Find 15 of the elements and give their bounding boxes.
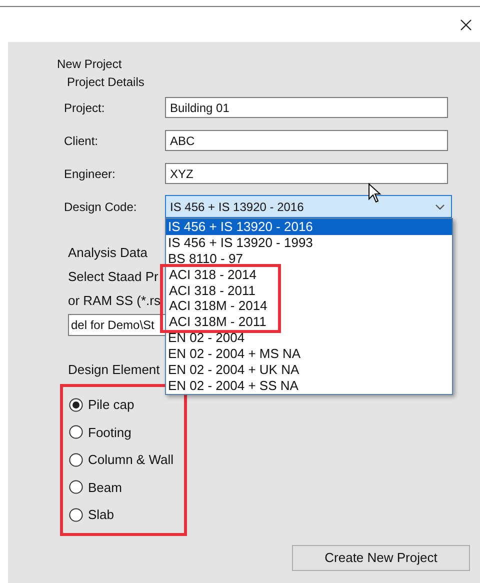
radio-label: Footing [88, 424, 132, 440]
dialog-title: New Project [57, 57, 122, 71]
prompt-text: or RAM SS (*.rs [68, 293, 160, 310]
field-label: Engineer: [64, 166, 116, 180]
field-label: Design Code: [64, 200, 138, 214]
radio-label: Beam [88, 480, 122, 495]
section-title: Analysis Data [68, 245, 148, 262]
radio-label: Pile cap [88, 397, 134, 412]
prompt-text: Select Staad Pr [68, 269, 158, 286]
radio-label: Slab [88, 507, 114, 522]
field-label: Client: [64, 134, 100, 148]
field-label: Project: [64, 100, 106, 114]
radio-label: Column & Wall [88, 452, 174, 468]
section-title: Project Details [67, 75, 144, 89]
section-title: Design Element [68, 362, 160, 378]
